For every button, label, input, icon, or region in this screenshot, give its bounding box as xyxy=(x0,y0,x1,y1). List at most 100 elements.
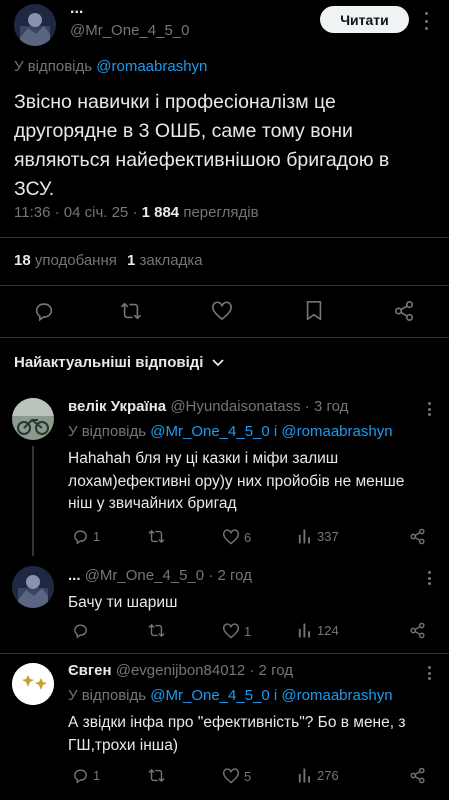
reply-to-prefix: У відповідь xyxy=(68,423,147,440)
share-icon xyxy=(410,767,425,784)
replies-sort-selector[interactable]: Найактуальніші відповіді xyxy=(14,354,225,371)
tweet-time[interactable]: 11:36 · 04 січ. 25 · xyxy=(14,204,142,221)
reply-icon xyxy=(74,530,87,545)
divider xyxy=(0,237,449,238)
reply-action-share[interactable] xyxy=(409,622,426,639)
reply-display-name[interactable]: велік Україна xyxy=(68,398,166,415)
chevron-down-icon xyxy=(212,358,225,366)
likes-label[interactable]: уподобання xyxy=(31,252,117,269)
reply-action-share[interactable] xyxy=(409,528,426,545)
reply-time[interactable]: · 2 год xyxy=(249,662,293,679)
reply-to-prefix: У відповідь xyxy=(68,687,147,704)
main-display-name[interactable]: ... xyxy=(70,0,83,18)
reply-action-reply[interactable]: 1 xyxy=(72,528,100,545)
views-icon xyxy=(298,623,310,638)
reply-action-views[interactable]: 124 xyxy=(297,622,339,639)
reply-action-views[interactable]: 337 xyxy=(297,528,339,545)
avatar-image xyxy=(12,566,54,608)
reply-action-reply[interactable]: 1 xyxy=(72,767,100,784)
reply-icon xyxy=(74,769,87,784)
reply-icon[interactable] xyxy=(33,300,55,327)
reply-text: А звідки інфа про "ефективність"? Бо в м… xyxy=(68,714,406,754)
follow-button[interactable]: Читати xyxy=(320,6,409,33)
reply-to-handle[interactable]: @Mr_One_4_5_0 xyxy=(150,423,269,440)
main-tweet-text: Звісно навички і професіоналізм це друго… xyxy=(14,91,390,200)
engagement-stats: 18 уподобання 1 закладка xyxy=(14,252,203,269)
reply-to-line: У відповідь @Mr_One_4_5_0 і @romaabrashy… xyxy=(68,687,393,704)
reply-avatar[interactable] xyxy=(12,398,54,440)
like-count: 5 xyxy=(244,768,252,784)
reply-display-name[interactable]: ... xyxy=(68,567,81,584)
reply-action-like[interactable]: 6 xyxy=(222,529,251,545)
reply-to-handle[interactable]: @Mr_One_4_5_0 xyxy=(150,687,269,704)
avatar-image xyxy=(12,398,54,440)
reply-handle[interactable]: @Mr_One_4_5_0 xyxy=(85,567,204,584)
avatar-image xyxy=(14,4,56,46)
bookmarks-label[interactable]: закладка xyxy=(135,252,203,269)
replies-header-label: Найактуальніші відповіді xyxy=(14,354,204,371)
reply-to-handle[interactable]: @romaabrashyn xyxy=(281,687,392,704)
like-count: 1 xyxy=(244,623,252,639)
like-count: 6 xyxy=(244,529,252,545)
divider xyxy=(0,337,449,338)
reply-avatar[interactable] xyxy=(12,663,54,705)
bookmark-icon[interactable] xyxy=(304,300,324,327)
views-icon xyxy=(298,529,310,544)
views-count: 337 xyxy=(317,529,339,544)
more-icon[interactable] xyxy=(422,12,430,30)
reply-display-name[interactable]: Євген xyxy=(68,662,112,679)
tweet-meta: 11:36 · 04 січ. 25 · 1 884 переглядів xyxy=(14,204,259,221)
retweet-icon[interactable] xyxy=(119,300,143,327)
reply-handle[interactable]: @evgenijbon84012 xyxy=(116,662,246,679)
reply-count: 1 xyxy=(93,768,101,783)
reply-action-retweet[interactable] xyxy=(147,622,170,639)
likes-count[interactable]: 18 xyxy=(14,252,31,269)
reply-action-reply[interactable] xyxy=(72,622,93,639)
thread-line xyxy=(32,446,34,556)
reply-action-share[interactable] xyxy=(409,767,426,784)
divider xyxy=(0,653,449,654)
reply-to-and: і xyxy=(273,687,278,704)
like-icon xyxy=(223,768,239,784)
more-icon[interactable] xyxy=(426,571,432,585)
reply-time[interactable]: · 2 год xyxy=(208,567,252,584)
like-icon xyxy=(223,529,239,545)
main-handle[interactable]: @Mr_One_4_5_0 xyxy=(70,22,189,39)
reply-handle[interactable]: @Hyundaisonatass xyxy=(170,398,300,415)
share-icon xyxy=(410,622,425,639)
more-icon[interactable] xyxy=(426,402,432,416)
reply-header: ... @Mr_One_4_5_0 · 2 год xyxy=(68,567,252,584)
views-label: переглядів xyxy=(179,204,259,221)
share-icon[interactable] xyxy=(393,300,415,327)
views-count: 124 xyxy=(317,623,339,638)
views-count: 276 xyxy=(317,768,339,783)
retweet-icon xyxy=(148,769,165,782)
main-avatar[interactable] xyxy=(14,4,56,46)
reply-action-like[interactable]: 5 xyxy=(222,768,251,784)
avatar-image xyxy=(12,663,54,705)
reply-count: 1 xyxy=(93,529,101,544)
reply-action-retweet[interactable] xyxy=(147,767,170,784)
reply-time[interactable]: · 3 год xyxy=(305,398,349,415)
reply-action-like[interactable]: 1 xyxy=(222,623,251,639)
like-icon[interactable] xyxy=(211,301,233,326)
reply-header: Євген @evgenijbon84012 · 2 год xyxy=(68,662,293,679)
reply-to-and: і xyxy=(273,423,278,440)
retweet-icon xyxy=(148,530,165,543)
reply-to-handle[interactable]: @romaabrashyn xyxy=(281,423,392,440)
reply-action-retweet[interactable] xyxy=(147,528,170,545)
reply-action-views[interactable]: 276 xyxy=(297,767,339,784)
reply-avatar[interactable] xyxy=(12,566,54,608)
like-icon xyxy=(223,623,239,639)
views-count: 1 884 xyxy=(141,204,180,221)
more-icon[interactable] xyxy=(426,666,432,680)
reply-to-prefix: У відповідь xyxy=(14,58,93,75)
reply-to-line: У відповідь @Mr_One_4_5_0 і @romaabrashy… xyxy=(68,423,393,440)
reply-to-line: У відповідь @romaabrashyn xyxy=(14,58,207,75)
share-icon xyxy=(410,528,425,545)
reply-icon xyxy=(74,624,87,639)
retweet-icon xyxy=(148,624,165,637)
reply-text: Бачу ти шариш xyxy=(68,594,178,611)
reply-header: велік Україна @Hyundaisonatass · 3 год xyxy=(68,398,348,415)
reply-to-handle[interactable]: @romaabrashyn xyxy=(96,58,207,75)
